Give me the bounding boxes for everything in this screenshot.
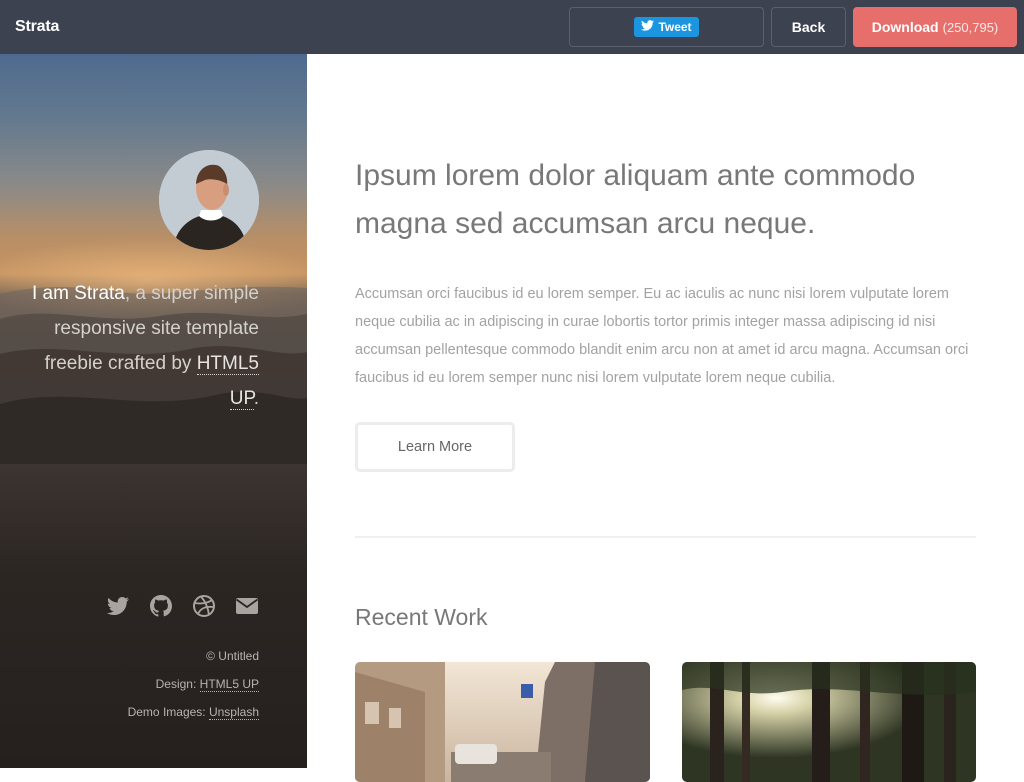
design-credit: Design: HTML5 UP <box>128 670 259 698</box>
learn-more-button[interactable]: Learn More <box>355 422 515 472</box>
back-button[interactable]: Back <box>771 7 846 47</box>
tweet-container: Tweet <box>569 7 764 47</box>
intro-text: I am Strata, a super simple responsive s… <box>19 276 259 416</box>
design-credit-label: Design: <box>155 677 200 691</box>
avatar <box>159 150 259 250</box>
sidebar: I am Strata, a super simple responsive s… <box>0 54 307 768</box>
envelope-icon[interactable] <box>235 594 259 618</box>
images-credit-link[interactable]: Unsplash <box>208 705 259 720</box>
forest-image <box>682 662 976 782</box>
copyright-text: © Untitled <box>206 649 259 663</box>
design-credit-link[interactable]: HTML5 UP <box>199 677 259 692</box>
images-credit: Demo Images: Unsplash <box>128 698 259 726</box>
download-label: Download <box>871 19 939 35</box>
recent-work-title: Recent Work <box>355 604 488 630</box>
intro-end: . <box>253 388 259 409</box>
street-image <box>355 662 650 782</box>
github-icon[interactable] <box>149 594 173 618</box>
download-count: (250,795) <box>942 19 999 35</box>
twitter-icon[interactable] <box>106 594 130 618</box>
download-button[interactable]: Download (250,795) <box>853 7 1017 47</box>
html5up-link[interactable]: HTML5 UP <box>196 353 259 410</box>
images-credit-label: Demo Images: <box>127 705 209 719</box>
dribbble-icon[interactable] <box>192 594 216 618</box>
page-headline: Ipsum lorem dolor aliquam ante commodo m… <box>355 159 916 240</box>
main-content: Ipsum lorem dolor aliquam ante commodo m… <box>307 54 1024 782</box>
top-bar: Strata Tweet Back Download (250,795) <box>0 0 1024 54</box>
social-links <box>106 594 259 618</box>
tweet-label: Tweet <box>658 20 692 34</box>
intro-name: I am Strata <box>31 283 125 304</box>
brand-title[interactable]: Strata <box>15 0 59 54</box>
recent-work-thumbnail[interactable] <box>355 662 650 782</box>
section-divider <box>355 536 976 538</box>
tweet-button[interactable]: Tweet <box>634 17 699 37</box>
twitter-bird-icon <box>641 20 655 34</box>
credits: © Untitled Design: HTML5 UP Demo Images:… <box>128 642 259 726</box>
lead-paragraph: Accumsan orci faucibus id eu lorem sempe… <box>355 286 969 386</box>
recent-work-thumbnail[interactable] <box>682 662 976 782</box>
